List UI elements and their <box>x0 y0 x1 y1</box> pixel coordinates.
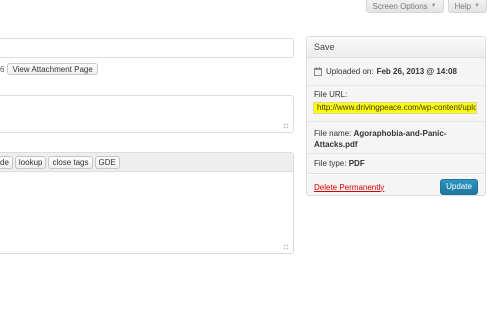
file-url-section: File URL: http://www.drivingpeace.com/wp… <box>307 86 485 122</box>
save-box: Save Uploaded on: Feb 26, 2013 @ 14:08 F… <box>306 36 486 196</box>
resize-handle-icon[interactable] <box>283 123 289 129</box>
caption-textarea[interactable] <box>0 95 294 133</box>
save-box-actions: Delete Permanently Update <box>307 174 485 195</box>
uploaded-on: Uploaded on: Feb 26, 2013 @ 14:08 <box>307 58 485 86</box>
update-button[interactable]: Update <box>440 179 478 195</box>
quicktags-toolbar: de lookup close tags GDE <box>0 153 293 172</box>
file-url-field[interactable]: http://www.drivingpeace.com/wp-content/u… <box>313 102 477 114</box>
file-url-label: File URL: <box>314 90 348 99</box>
save-box-title: Save <box>307 37 485 58</box>
help-button[interactable]: Help ▼ <box>447 0 487 13</box>
quicktag-gde-button[interactable]: GDE <box>94 155 120 169</box>
help-label: Help <box>454 1 472 11</box>
file-name-label: File name: <box>314 129 352 138</box>
view-attachment-page-button[interactable]: View Attachment Page <box>7 63 98 75</box>
screen-meta-links: Screen Options ▼ Help ▼ <box>365 0 487 13</box>
delete-permanently-link[interactable]: Delete Permanently <box>314 183 384 192</box>
file-type-section: File type: PDF <box>307 154 485 174</box>
quicktag-button[interactable]: de <box>0 155 13 169</box>
permalink-text: 6 <box>0 64 5 74</box>
chevron-down-icon: ▼ <box>474 2 480 9</box>
file-type-value: PDF <box>348 159 365 168</box>
uploaded-value: Feb 26, 2013 @ 14:08 <box>376 67 457 76</box>
calendar-icon <box>314 66 322 76</box>
uploaded-label: Uploaded on: <box>326 67 374 76</box>
chevron-down-icon: ▼ <box>430 2 437 9</box>
quicktag-lookup-button[interactable]: lookup <box>14 155 47 169</box>
permalink-row: 6 View Attachment Page <box>0 63 98 75</box>
screen-options-button[interactable]: Screen Options ▼ <box>365 0 444 13</box>
content-editor: de lookup close tags GDE <box>0 152 294 254</box>
title-input[interactable] <box>0 38 294 58</box>
file-type-label: File type: <box>314 159 347 168</box>
file-name-section: File name: Agoraphobia-and-Panic-Attacks… <box>307 122 485 154</box>
content-textarea[interactable] <box>0 172 293 253</box>
quicktag-close-tags-button[interactable]: close tags <box>48 155 93 169</box>
resize-handle-icon[interactable] <box>283 244 289 250</box>
screen-options-label: Screen Options <box>372 1 428 11</box>
